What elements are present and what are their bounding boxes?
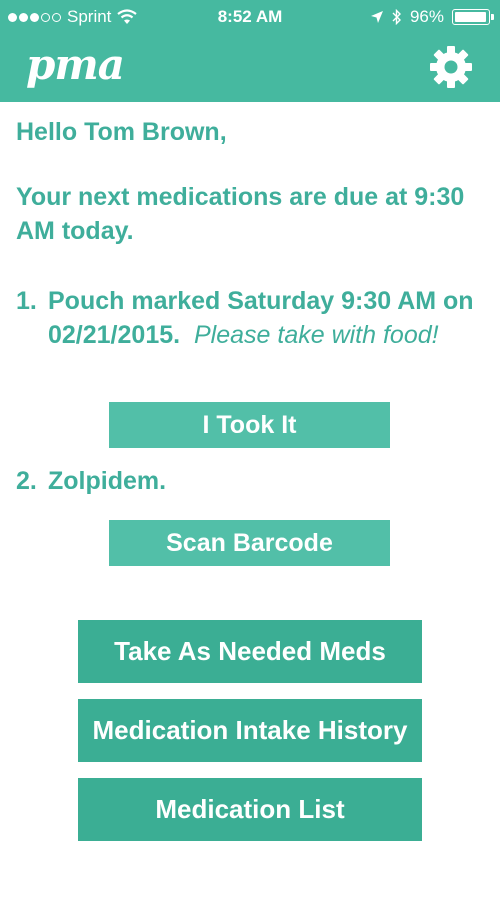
- settings-button[interactable]: [426, 42, 476, 92]
- scan-barcode-button[interactable]: Scan Barcode: [109, 520, 390, 566]
- medication-note: Please take with food!: [193, 321, 439, 349]
- i-took-it-button[interactable]: I Took It: [109, 402, 390, 448]
- medication-item-1: 1. Pouch marked Saturday 9:30 AM on 02/2…: [16, 284, 486, 352]
- medication-text: Zolpidem.: [48, 464, 486, 498]
- medication-intake-history-button[interactable]: Medication Intake History: [78, 699, 422, 762]
- medication-number: 2.: [16, 467, 37, 495]
- main-content: Hello Tom Brown, Your next medications a…: [16, 118, 486, 495]
- greeting-text: Hello Tom Brown,: [16, 118, 227, 146]
- location-arrow-icon: [370, 11, 383, 23]
- take-as-needed-button[interactable]: Take As Needed Meds: [78, 620, 422, 683]
- battery-level: [455, 12, 486, 22]
- status-right: 96%: [370, 7, 494, 27]
- app-header: Sprint 8:52 AM 96% pma: [0, 0, 500, 102]
- app-logo: pma: [26, 40, 125, 89]
- battery-tip: [491, 14, 494, 20]
- status-bar: Sprint 8:52 AM 96%: [0, 0, 500, 34]
- bluetooth-icon: [392, 9, 401, 25]
- medication-number: 1.: [16, 287, 37, 315]
- medication-list-button[interactable]: Medication List: [78, 778, 422, 841]
- medication-item-2: 2. Zolpidem.: [16, 464, 486, 498]
- battery-percent: 96%: [409, 7, 444, 26]
- medication-text: Pouch marked Saturday 9:30 AM on 02/21/2…: [48, 284, 486, 352]
- due-message: Your next medications are due at 9:30 AM…: [16, 183, 465, 245]
- battery-icon: [452, 9, 494, 25]
- medication-name: Zolpidem.: [48, 467, 167, 495]
- gear-icon: [430, 46, 472, 88]
